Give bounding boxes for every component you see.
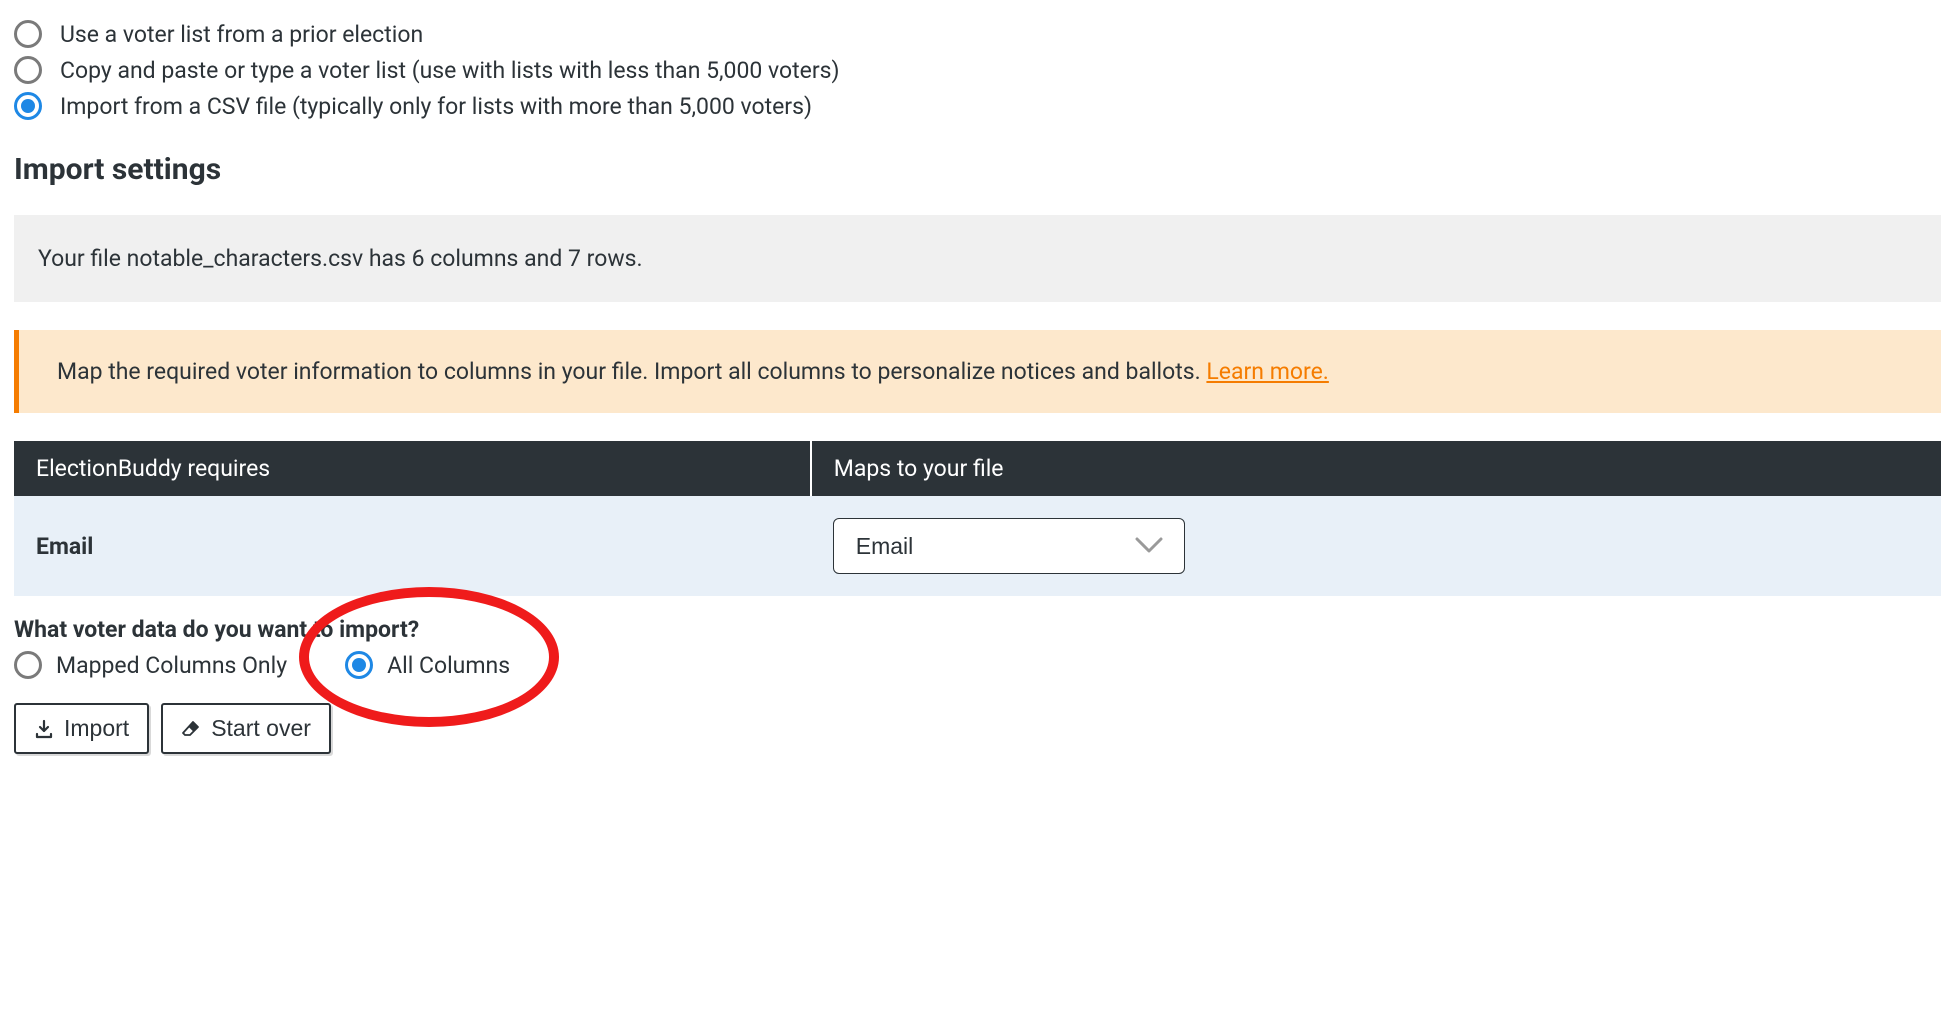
file-info-text: Your file notable_characters.csv has 6 c… xyxy=(38,245,643,272)
radio-label: Copy and paste or type a voter list (use… xyxy=(60,57,840,84)
column-mapping-select[interactable]: Email xyxy=(833,518,1185,574)
import-settings-heading: Import settings xyxy=(14,152,1941,187)
table-header-maps: Maps to your file xyxy=(811,441,1941,496)
radio-copy-paste[interactable]: Copy and paste or type a voter list (use… xyxy=(14,56,1941,84)
action-button-row: Import Start over xyxy=(14,703,1941,754)
table-row: Email Email xyxy=(14,496,1941,596)
radio-label: All Columns xyxy=(387,652,510,679)
radio-icon xyxy=(14,56,42,84)
table-header-required: ElectionBuddy requires xyxy=(14,441,811,496)
file-info-box: Your file notable_characters.csv has 6 c… xyxy=(14,215,1941,302)
import-button-label: Import xyxy=(64,715,129,742)
download-icon xyxy=(34,719,54,739)
mapping-instruction-text: Map the required voter information to co… xyxy=(57,358,1206,385)
radio-import-csv[interactable]: Import from a CSV file (typically only f… xyxy=(14,92,1941,120)
radio-icon xyxy=(345,651,373,679)
import-button[interactable]: Import xyxy=(14,703,149,754)
eraser-icon xyxy=(181,719,201,739)
radio-label: Use a voter list from a prior election xyxy=(60,21,423,48)
column-mapping-table: ElectionBuddy requires Maps to your file… xyxy=(14,441,1941,596)
radio-label: Mapped Columns Only xyxy=(56,652,287,679)
required-field-label: Email xyxy=(14,496,811,596)
radio-prior-election[interactable]: Use a voter list from a prior election xyxy=(14,20,1941,48)
start-over-button[interactable]: Start over xyxy=(161,703,331,754)
start-over-button-label: Start over xyxy=(211,715,311,742)
import-scope-options: Mapped Columns Only All Columns xyxy=(14,651,1941,679)
radio-label: Import from a CSV file (typically only f… xyxy=(60,93,812,120)
radio-icon xyxy=(14,20,42,48)
radio-mapped-columns-only[interactable]: Mapped Columns Only xyxy=(14,651,287,679)
radio-all-columns[interactable]: All Columns xyxy=(345,651,510,679)
mapping-instruction-box: Map the required voter information to co… xyxy=(14,330,1941,413)
radio-icon xyxy=(14,92,42,120)
import-scope-question: What voter data do you want to import? xyxy=(14,616,1941,643)
learn-more-link[interactable]: Learn more. xyxy=(1206,358,1328,385)
radio-icon xyxy=(14,651,42,679)
voter-source-radio-group: Use a voter list from a prior election C… xyxy=(14,20,1941,120)
